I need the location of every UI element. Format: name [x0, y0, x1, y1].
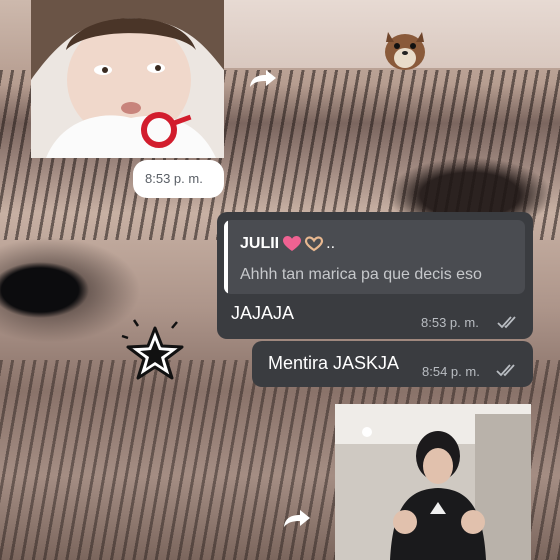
quoted-author-suffix: .. — [326, 235, 336, 252]
forward-icon[interactable] — [247, 68, 279, 94]
squirrel-sticker-icon — [385, 32, 425, 70]
reply-message-bubble[interactable]: JULII .. Ahhh tan marica pa que decis es… — [217, 212, 533, 339]
squirrel-sticker[interactable] — [380, 22, 430, 72]
quote-bar — [224, 220, 228, 294]
image-timestamp: 8:53 p. m. — [145, 171, 203, 186]
forward-icon[interactable] — [281, 508, 313, 534]
double-check-icon — [497, 316, 516, 329]
quoted-message[interactable]: JULII .. Ahhh tan marica pa que decis es… — [224, 220, 525, 294]
outgoing-message-bubble[interactable]: Mentira JASKJA 8:54 p. m. — [252, 341, 533, 387]
image-timestamp-pill: 8:53 p. m. — [133, 160, 224, 198]
forward-arrow-icon — [250, 70, 276, 87]
quoted-text: Ahhh tan marica pa que decis eso — [240, 266, 482, 283]
image-message-baby-photo[interactable] — [31, 0, 224, 158]
reply-message-time: 8:53 p. m. — [421, 315, 479, 330]
forward-arrow-icon — [284, 510, 310, 527]
image-message-person-photo[interactable] — [335, 404, 531, 560]
baby-photo-illustration — [31, 0, 224, 158]
double-check-icon — [496, 364, 515, 377]
star-sticker[interactable] — [120, 318, 190, 388]
person-photo-illustration — [335, 404, 531, 560]
quoted-author-row: JULII .. — [240, 234, 335, 254]
quoted-author: JULII — [240, 235, 280, 252]
outgoing-message-text: Mentira JASKJA — [268, 353, 400, 373]
pink-heart-emoji-icon — [283, 236, 302, 251]
star-sticker-icon — [121, 319, 184, 380]
outgoing-message-time: 8:54 p. m. — [422, 364, 480, 379]
heart-hands-emoji-icon — [305, 236, 324, 252]
reply-message-text: JAJAJA — [231, 303, 295, 323]
